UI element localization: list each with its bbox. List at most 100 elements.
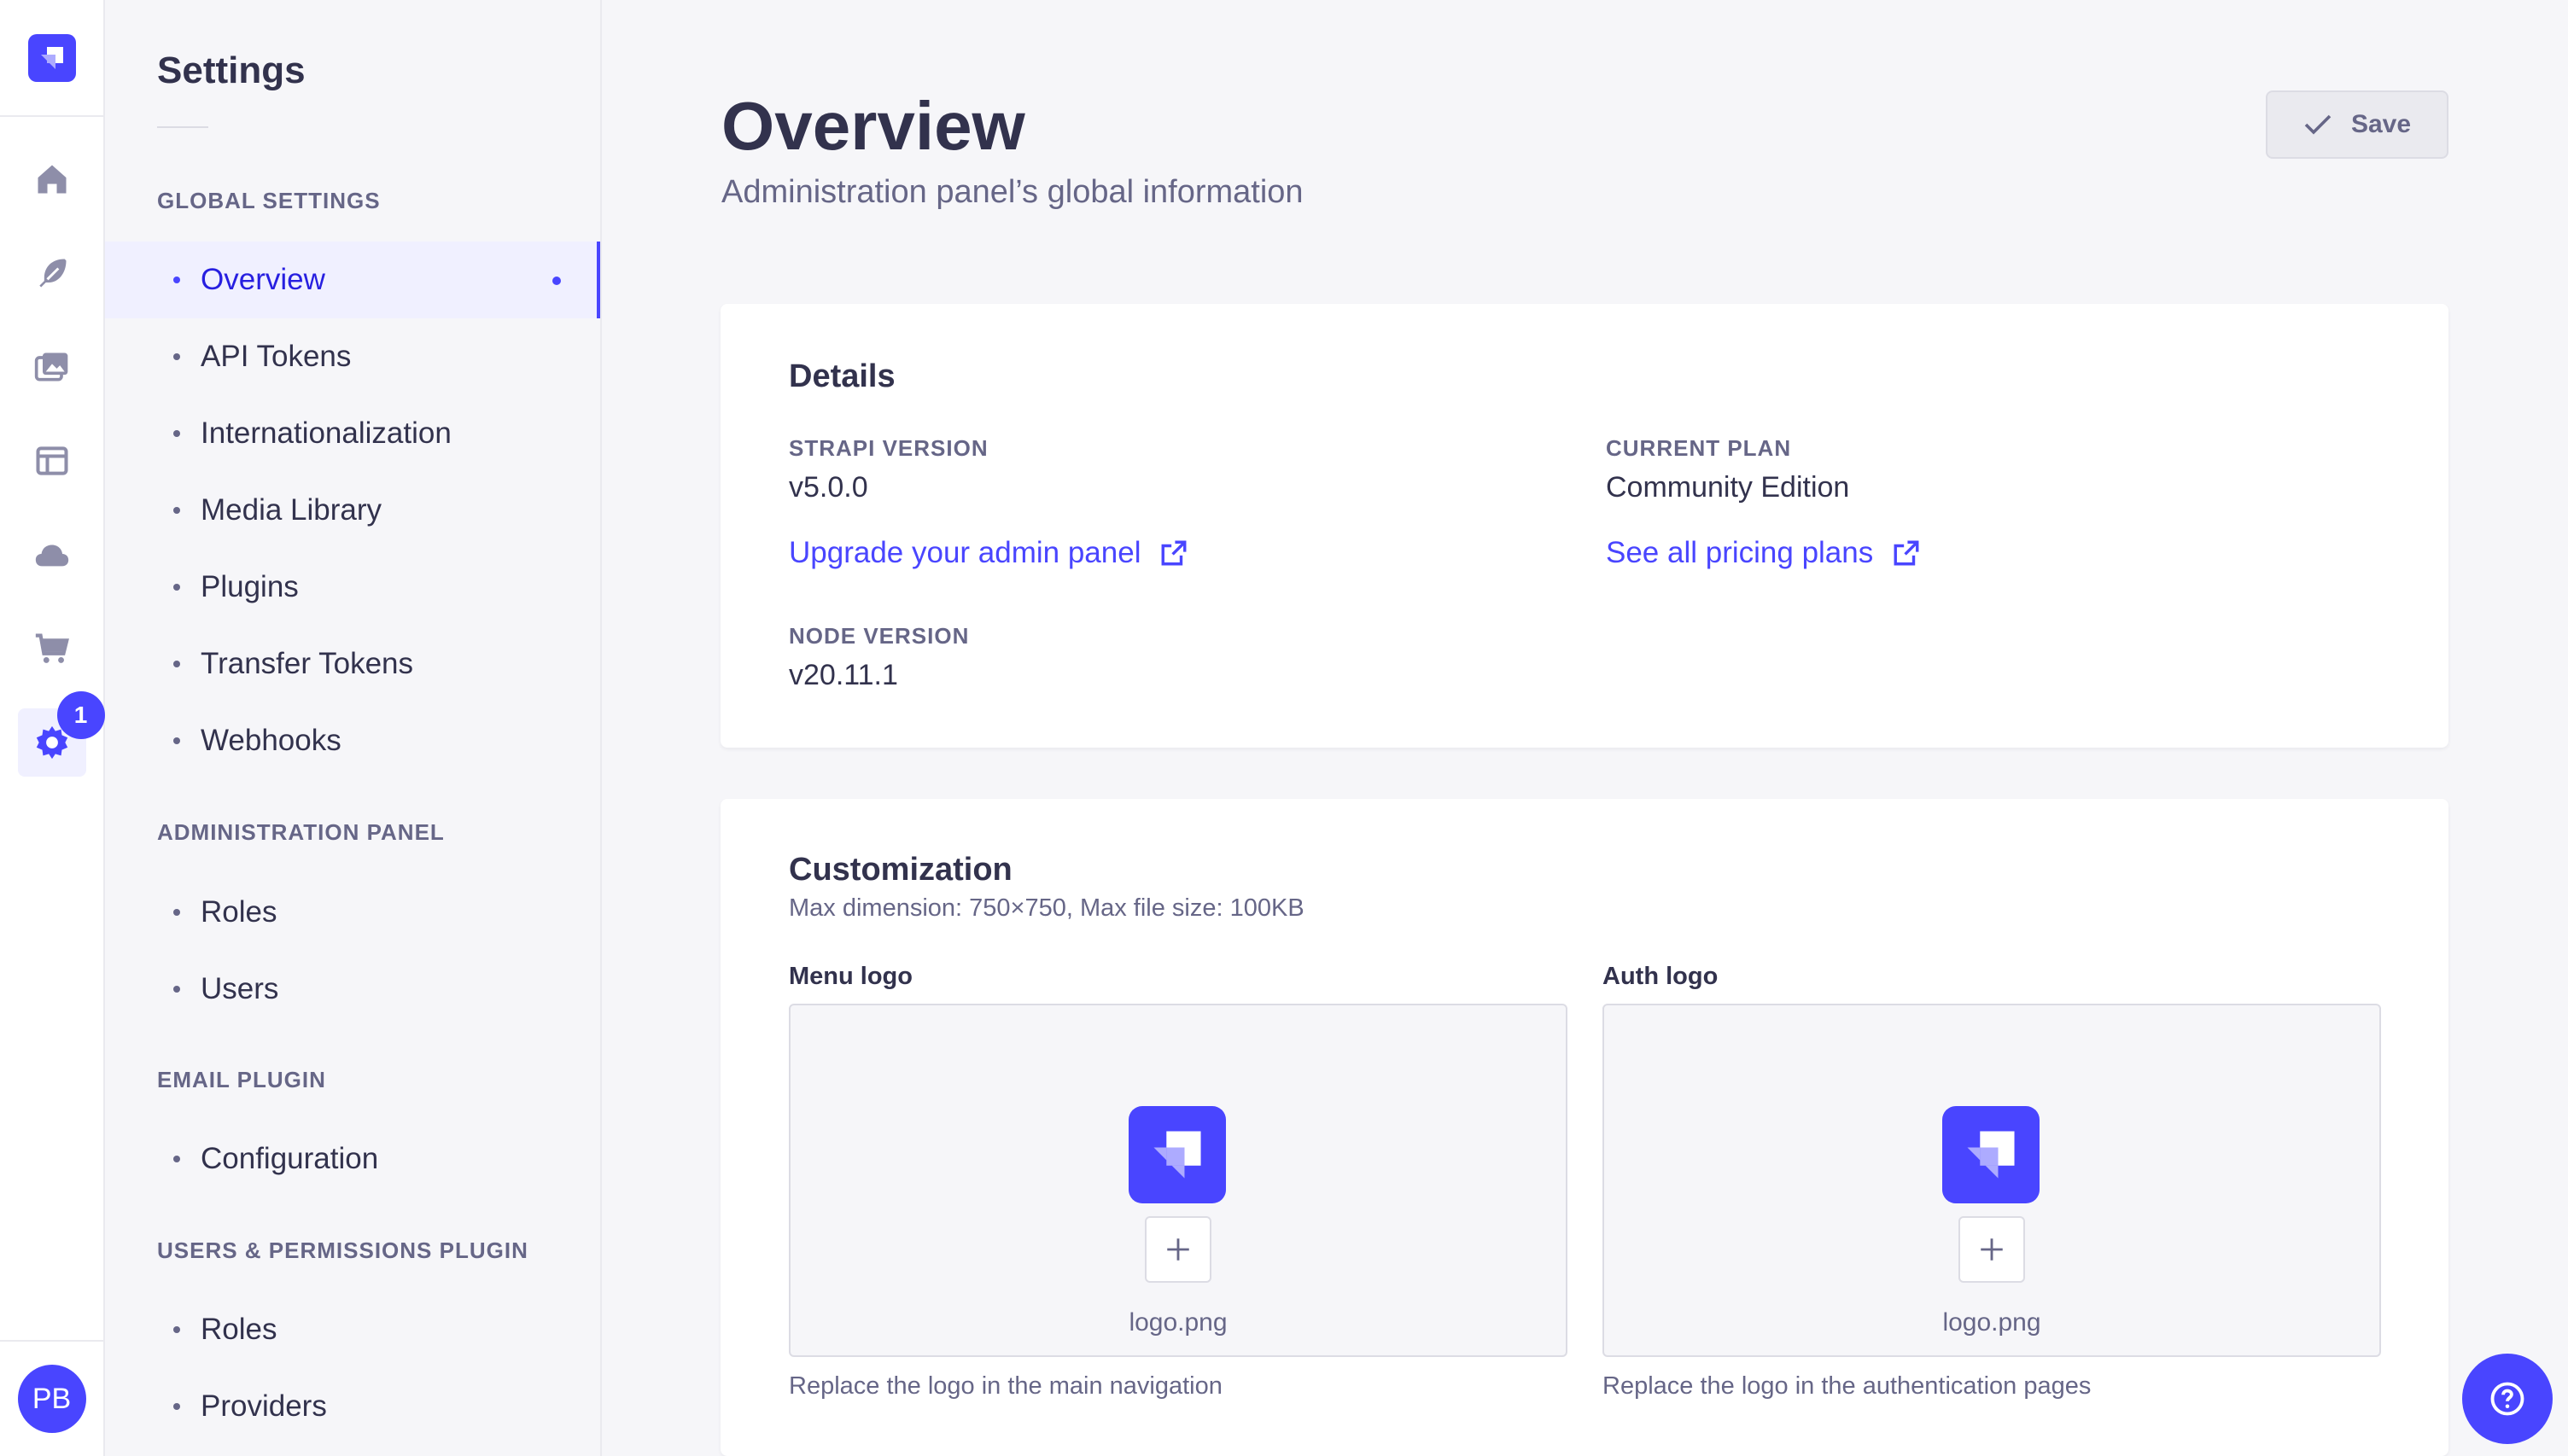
menu-logo-help: Replace the logo in the main navigation [789,1372,1223,1400]
subnav-item-label: Users [201,972,279,1005]
subnav-item-label: Webhooks [201,724,341,757]
section-administration-panel: ADMINISTRATION PANEL [157,819,445,845]
nav-marketplace[interactable] [18,614,86,683]
subnav-divider [157,126,208,128]
subnav-item-label: Plugins [201,570,299,603]
bullet [173,661,180,667]
subnav-item-configuration[interactable]: Configuration [105,1121,600,1197]
media-icon [34,352,67,381]
auth-logo-add-button[interactable] [1958,1216,2025,1283]
bullet [173,353,180,360]
bullet [173,986,180,993]
subnav-item-label: Roles [201,895,277,929]
save-button[interactable]: Save [2266,90,2448,159]
nav-cloud[interactable] [18,521,86,589]
cart-icon [35,633,69,663]
active-indicator [552,277,561,285]
layout-icon [35,446,68,475]
subnav-item-label: Transfer Tokens [201,647,413,680]
subnav-item-internationalization[interactable]: Internationalization [105,395,600,472]
page-title: Overview [721,88,1025,164]
subnav-item-label: Providers [201,1389,327,1423]
subnav-item-label: Roles [201,1313,277,1346]
subnav-item-overview[interactable]: Overview [105,242,600,318]
bullet [173,277,180,283]
subnav-item-up-roles[interactable]: Roles [105,1291,600,1368]
user-avatar[interactable]: PB [17,1365,86,1433]
settings-subnav: Settings GLOBAL SETTINGS Overview API To… [105,0,602,1456]
main-nav-rail: 1 PB [0,0,105,1456]
strapi-logo-icon [1153,1131,1201,1179]
strapi-logo-icon[interactable] [27,33,76,82]
nav-content-types[interactable] [18,239,86,307]
bullet [173,584,180,591]
page-subtitle: Administration panel’s global informatio… [721,174,1304,210]
cloud-icon [35,545,68,567]
bullet [173,1326,180,1333]
menu-logo-preview [1129,1106,1226,1203]
subnav-item-providers[interactable]: Providers [105,1368,600,1445]
subnav-item-admin-roles[interactable]: Roles [105,874,600,951]
customization-heading: Customization [789,852,1013,888]
subnav-title: Settings [157,50,306,91]
current-plan-value: Community Edition [1606,471,1850,504]
node-version-label: NODE VERSION [789,623,970,649]
bullet [173,507,180,514]
subnav-item-webhooks[interactable]: Webhooks [105,702,600,779]
section-users-permissions-plugin: USERS & PERMISSIONS PLUGIN [157,1238,528,1263]
help-question-icon [2490,1382,2524,1416]
nav-home[interactable] [18,145,86,213]
customization-hint: Max dimension: 750×750, Max file size: 1… [789,894,1304,922]
strapi-version-label: STRAPI VERSION [789,435,989,461]
upgrade-link-label: Upgrade your admin panel [789,536,1141,569]
menu-logo-dropzone[interactable]: logo.png [789,1004,1567,1357]
menu-logo-file-name: logo.png [1129,1308,1228,1337]
bullet [173,909,180,916]
check-icon [2304,114,2332,135]
help-button[interactable] [2462,1354,2553,1444]
strapi-version-value: v5.0.0 [789,471,868,504]
bullet [173,1403,180,1410]
details-heading: Details [789,358,896,394]
section-email-plugin: EMAIL PLUGIN [157,1067,326,1092]
subnav-item-label: Overview [201,263,325,296]
subnav-item-api-tokens[interactable]: API Tokens [105,318,600,395]
menu-logo-add-button[interactable] [1145,1216,1211,1283]
customization-card: Customization Max dimension: 750×750, Ma… [721,799,2448,1456]
bullet [173,737,180,744]
nav-media[interactable] [18,333,86,401]
auth-logo-preview [1942,1106,2040,1203]
subnav-item-label: Configuration [201,1142,379,1175]
feather-icon [38,259,66,288]
auth-logo-dropzone[interactable]: logo.png [1602,1004,2381,1357]
section-global-settings: GLOBAL SETTINGS [157,188,381,213]
plus-icon [1981,1238,2003,1261]
home-icon [38,165,66,194]
subnav-item-plugins[interactable]: Plugins [105,549,600,626]
upgrade-admin-panel-link[interactable]: Upgrade your admin panel [789,536,1188,570]
subnav-item-label: Media Library [201,493,382,527]
subnav-item-users[interactable]: Users [105,951,600,1028]
nav-layout[interactable] [18,427,86,495]
notification-badge: 1 [56,691,105,739]
strapi-logo-icon [1967,1131,2015,1179]
pricing-link-label: See all pricing plans [1606,536,1874,569]
plus-icon [1167,1238,1189,1261]
details-card: Details STRAPI VERSION v5.0.0 Upgrade yo… [721,304,2448,748]
auth-logo-help: Replace the logo in the authentication p… [1602,1372,2092,1400]
external-link-icon [1162,540,1187,566]
pricing-plans-link[interactable]: See all pricing plans [1606,536,1921,570]
bullet [173,1156,180,1162]
nav-settings[interactable]: 1 [17,691,105,777]
brand-area [0,0,103,117]
subnav-item-transfer-tokens[interactable]: Transfer Tokens [105,626,600,702]
subnav-item-label: API Tokens [201,340,352,373]
subnav-item-label: Internationalization [201,416,452,450]
node-version-value: v20.11.1 [789,659,898,691]
auth-logo-file-name: logo.png [1942,1308,2041,1337]
external-link-icon [1894,540,1919,566]
auth-logo-label: Auth logo [1602,963,1719,990]
subnav-item-media-library[interactable]: Media Library [105,472,600,549]
menu-logo-label: Menu logo [789,963,913,990]
current-plan-label: CURRENT PLAN [1606,435,1792,461]
